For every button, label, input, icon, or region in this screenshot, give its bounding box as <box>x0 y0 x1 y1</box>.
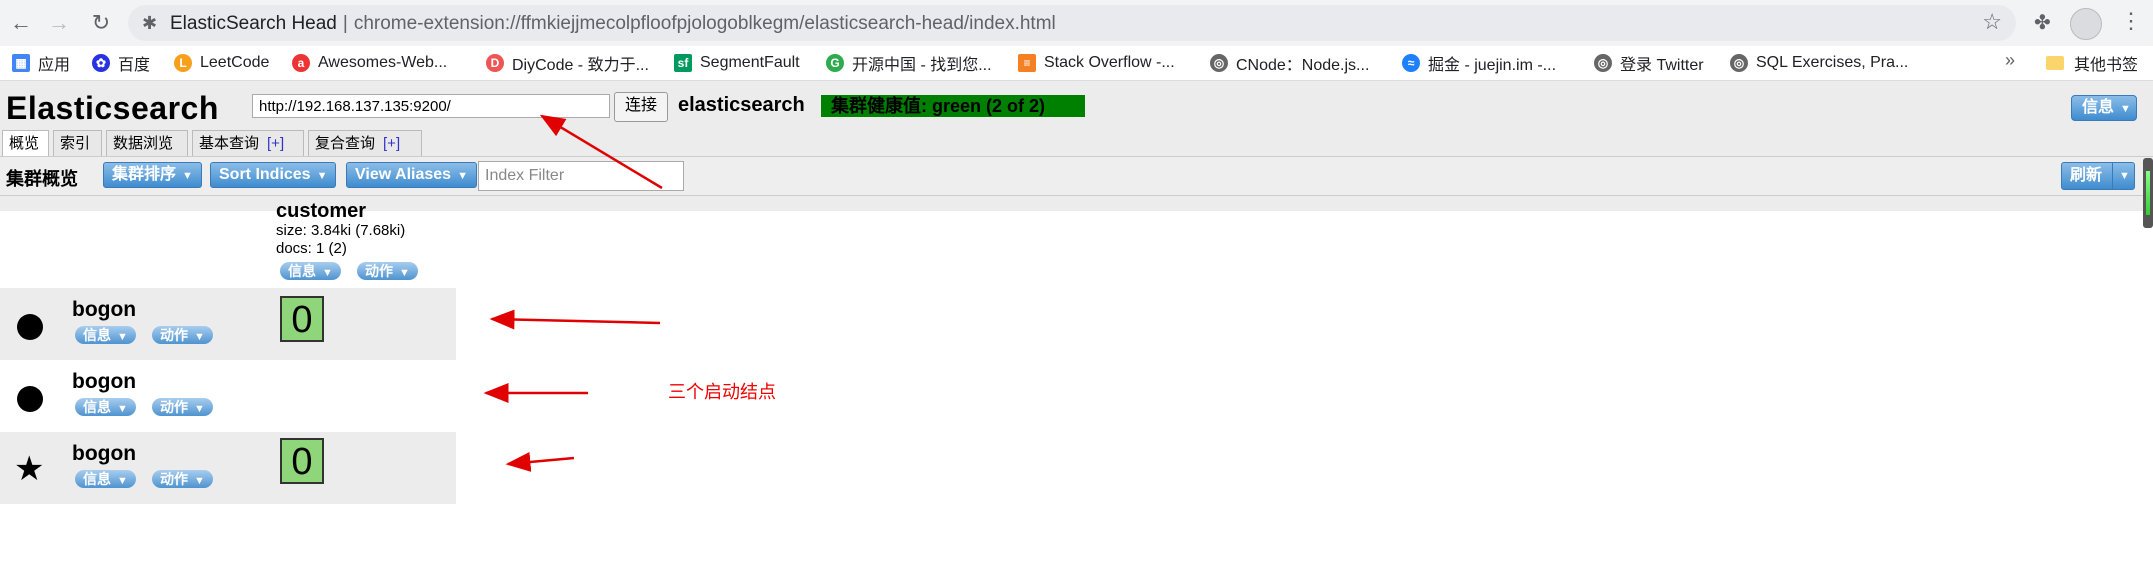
arrow-to-url <box>539 114 663 190</box>
annotation-arrows <box>483 114 663 472</box>
arrow-to-node-1 <box>489 309 661 330</box>
annotation-text: 三个启动结点 <box>668 382 776 402</box>
arrow-to-node-3 <box>505 452 575 472</box>
